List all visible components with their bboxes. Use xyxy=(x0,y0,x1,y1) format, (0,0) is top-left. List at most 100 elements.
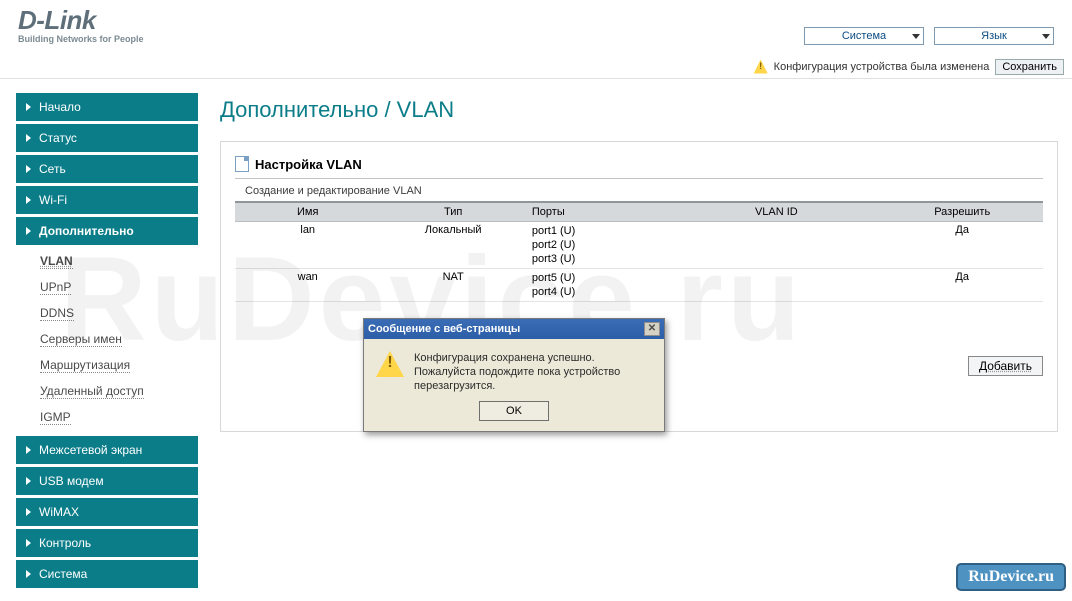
logo-tagline: Building Networks for People xyxy=(18,34,144,44)
page-title: Дополнительно / VLAN xyxy=(220,97,1058,123)
table-row[interactable]: wan NAT port5 (U) port4 (U) Да xyxy=(235,269,1043,302)
sidebar-sub-label: DDNS xyxy=(40,306,74,321)
port-entry: port2 (U) xyxy=(532,238,665,252)
chevron-down-icon xyxy=(912,34,920,39)
status-bar: Конфигурация устройства была изменена Со… xyxy=(0,55,1072,79)
sidebar-item-label: Контроль xyxy=(39,536,91,550)
triangle-icon xyxy=(26,477,31,485)
cell-allow: Да xyxy=(881,222,1043,269)
sidebar-sub-label: Маршрутизация xyxy=(40,358,130,373)
sidebar-item-firewall[interactable]: Межсетевой экран xyxy=(16,436,198,464)
cell-type: Локальный xyxy=(380,222,525,269)
port-entry: port4 (U) xyxy=(532,285,665,299)
cell-name: wan xyxy=(235,269,380,302)
system-dropdown-label: Система xyxy=(842,30,886,42)
sidebar-sub-upnp[interactable]: UPnP xyxy=(16,274,198,300)
system-dropdown[interactable]: Система xyxy=(804,27,924,45)
watermark-badge: RuDevice.ru xyxy=(956,563,1066,591)
th-vlanid: VLAN ID xyxy=(671,202,881,222)
cell-ports: port1 (U) port2 (U) port3 (U) xyxy=(526,222,671,269)
sidebar-item-label: WiMAX xyxy=(39,505,79,519)
sidebar-item-label: Wi-Fi xyxy=(39,193,67,207)
cell-vlanid xyxy=(671,222,881,269)
sidebar-sub-label: Серверы имен xyxy=(40,332,122,347)
th-type: Тип xyxy=(380,202,525,222)
panel-subtitle: Создание и редактирование VLAN xyxy=(245,185,1043,197)
header: D-Link Building Networks for People Сист… xyxy=(0,0,1072,55)
table-row[interactable]: lan Локальный port1 (U) port2 (U) port3 … xyxy=(235,222,1043,269)
sidebar-item-label: USB модем xyxy=(39,474,104,488)
cell-vlanid xyxy=(671,269,881,302)
dialog-icon-wrap xyxy=(376,351,404,393)
sidebar-item-label: Межсетевой экран xyxy=(39,443,142,457)
sidebar-sub-routing[interactable]: Маршрутизация xyxy=(16,352,198,378)
dialog-buttons: OK xyxy=(364,401,664,431)
warning-icon xyxy=(376,351,404,377)
triangle-icon xyxy=(26,570,31,578)
triangle-icon xyxy=(26,103,31,111)
sidebar-item-status[interactable]: Статус xyxy=(16,124,198,152)
sidebar-item-label: Система xyxy=(39,567,87,581)
th-ports: Порты xyxy=(526,202,671,222)
panel-header: Настройка VLAN xyxy=(235,156,1043,179)
sidebar-sub-remote[interactable]: Удаленный доступ xyxy=(16,378,198,404)
sidebar-sub-vlan[interactable]: VLAN xyxy=(16,248,198,274)
port-entry: port3 (U) xyxy=(532,252,665,266)
cell-name: lan xyxy=(235,222,380,269)
th-name: Имя xyxy=(235,202,380,222)
vlan-table: Имя Тип Порты VLAN ID Разрешить lan Лока… xyxy=(235,201,1043,302)
sidebar-item-label: Начало xyxy=(39,100,81,114)
chevron-down-icon xyxy=(1042,34,1050,39)
panel-title: Настройка VLAN xyxy=(255,157,362,172)
ok-button[interactable]: OK xyxy=(479,401,549,421)
language-dropdown[interactable]: Язык xyxy=(934,27,1054,45)
language-dropdown-label: Язык xyxy=(981,30,1007,42)
triangle-icon xyxy=(26,134,31,142)
dialog-title-text: Сообщение с веб-страницы xyxy=(368,323,520,335)
sidebar-sub-label: VLAN xyxy=(40,254,73,269)
port-entry: port5 (U) xyxy=(532,271,665,285)
logo-text: D-Link xyxy=(18,5,144,36)
sidebar-item-label: Дополнительно xyxy=(39,224,134,238)
sidebar-item-label: Сеть xyxy=(39,162,66,176)
cell-allow: Да xyxy=(881,269,1043,302)
cell-ports: port5 (U) port4 (U) xyxy=(526,269,671,302)
sidebar-item-network[interactable]: Сеть xyxy=(16,155,198,183)
th-allow: Разрешить xyxy=(881,202,1043,222)
save-button[interactable]: Сохранить xyxy=(995,59,1064,75)
sidebar-sub-igmp[interactable]: IGMP xyxy=(16,404,198,430)
cell-type: NAT xyxy=(380,269,525,302)
sidebar-item-start[interactable]: Начало xyxy=(16,93,198,121)
port-entry: port1 (U) xyxy=(532,224,665,238)
warning-icon xyxy=(754,60,768,74)
sidebar-item-control[interactable]: Контроль xyxy=(16,529,198,557)
dialog-message: Конфигурация сохранена успешно. Пожалуйс… xyxy=(414,351,652,393)
sidebar: Начало Статус Сеть Wi-Fi Дополнительно V… xyxy=(0,79,198,591)
sidebar-item-wifi[interactable]: Wi-Fi xyxy=(16,186,198,214)
dialog-line1: Конфигурация сохранена успешно. xyxy=(414,351,652,365)
logo: D-Link Building Networks for People xyxy=(18,5,144,44)
header-dropdowns: Система Язык xyxy=(804,27,1054,45)
triangle-icon xyxy=(26,165,31,173)
triangle-icon xyxy=(26,196,31,204)
sidebar-item-system[interactable]: Система xyxy=(16,560,198,588)
add-button[interactable]: Добавить xyxy=(968,356,1043,376)
sidebar-item-advanced[interactable]: Дополнительно xyxy=(16,217,198,245)
triangle-icon xyxy=(26,508,31,516)
sidebar-sub-nameservers[interactable]: Серверы имен xyxy=(16,326,198,352)
sidebar-sub-label: Удаленный доступ xyxy=(40,384,144,399)
alert-dialog: Сообщение с веб-страницы ✕ Конфигурация … xyxy=(363,318,665,432)
sidebar-item-usb[interactable]: USB модем xyxy=(16,467,198,495)
sidebar-sub-label: UPnP xyxy=(40,280,71,295)
close-icon[interactable]: ✕ xyxy=(644,322,660,336)
sidebar-item-wimax[interactable]: WiMAX xyxy=(16,498,198,526)
sidebar-sub-label: IGMP xyxy=(40,410,71,425)
dialog-titlebar: Сообщение с веб-страницы ✕ xyxy=(364,319,664,339)
dialog-body: Конфигурация сохранена успешно. Пожалуйс… xyxy=(364,339,664,401)
dialog-line2: Пожалуйста подождите пока устройство пер… xyxy=(414,365,652,393)
triangle-icon xyxy=(26,227,31,235)
sidebar-sub-ddns[interactable]: DDNS xyxy=(16,300,198,326)
table-header-row: Имя Тип Порты VLAN ID Разрешить xyxy=(235,202,1043,222)
sidebar-item-label: Статус xyxy=(39,131,77,145)
sidebar-sub-list: VLAN UPnP DDNS Серверы имен Маршрутизаци… xyxy=(16,248,198,430)
